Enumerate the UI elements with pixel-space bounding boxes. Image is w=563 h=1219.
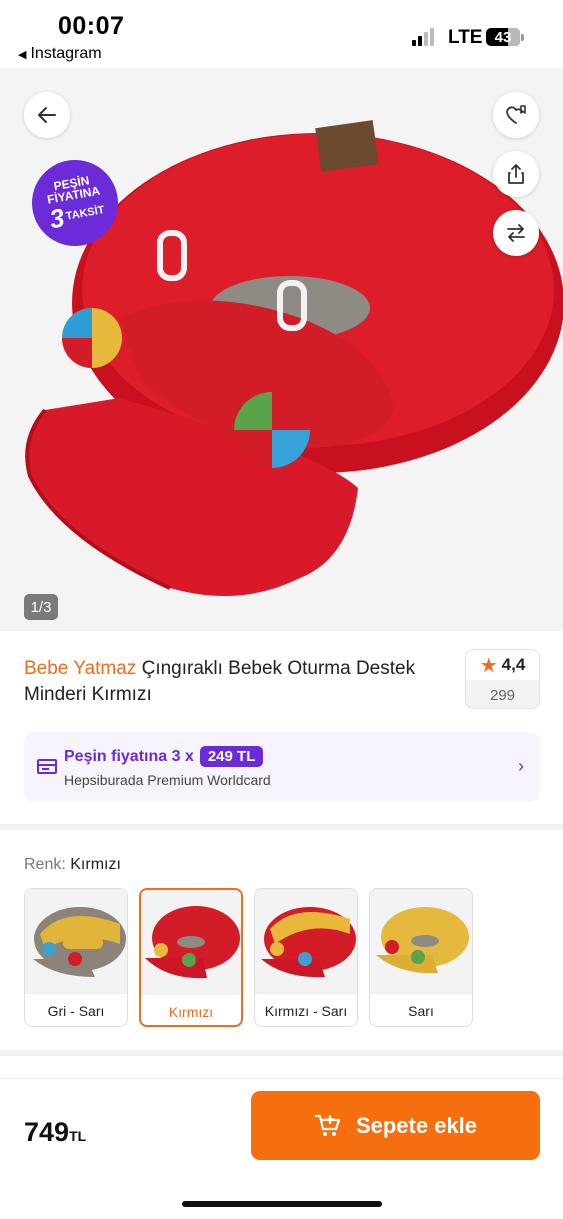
section-divider xyxy=(0,1050,563,1056)
rating-value: 4,4 xyxy=(501,655,526,674)
rating-box[interactable]: ★ 4,4 299 xyxy=(465,649,540,709)
status-bar: 00:07 ◀ Instagram LTE 43 xyxy=(0,0,563,68)
back-button[interactable] xyxy=(24,92,70,138)
product-title: Bebe Yatmaz Çıngıraklı Bebek Oturma Dest… xyxy=(24,656,444,708)
color-option-kirmizi-sari[interactable]: Kırmızı - Sarı xyxy=(254,888,358,1027)
color-option-sari[interactable]: Sarı xyxy=(369,888,473,1027)
price: 749TL xyxy=(24,1117,86,1148)
price-currency: TL xyxy=(69,1128,87,1144)
color-option-gri-sari[interactable]: Gri - Sarı xyxy=(24,888,128,1027)
compare-button[interactable] xyxy=(493,210,539,256)
price-value: 749 xyxy=(24,1117,70,1147)
add-to-list-button[interactable] xyxy=(493,92,539,138)
star-icon: ★ xyxy=(479,654,498,677)
product-image-gallery[interactable]: PEŞİN FİYATINA 3 TAKSİT 1/3 xyxy=(0,68,563,631)
bottom-purchase-bar: 749TL Sepete ekle xyxy=(0,1078,563,1219)
installment-card[interactable]: Peşin fiyatına 3 x 249 TL Hepsiburada Pr… xyxy=(24,732,540,802)
battery-icon: 43 xyxy=(486,28,520,46)
image-counter: 1/3 xyxy=(24,594,58,620)
chevron-right-icon: › xyxy=(518,756,524,776)
share-icon xyxy=(508,164,524,184)
color-option-kirmizi[interactable]: Kırmızı xyxy=(139,888,243,1027)
installment-amount: 249 TL xyxy=(199,746,264,767)
battery-level: 43 xyxy=(494,28,512,46)
color-label-key: Renk: xyxy=(24,856,66,873)
color-option-name: Gri - Sarı xyxy=(25,993,127,1026)
badge-word: TAKSİT xyxy=(64,203,106,223)
signal-icon xyxy=(412,28,434,46)
back-to-app-link[interactable]: ◀ Instagram xyxy=(18,45,102,63)
heart-list-icon xyxy=(506,105,526,124)
battery-tip xyxy=(521,34,524,41)
network-type: LTE xyxy=(448,27,483,48)
add-to-cart-button[interactable]: Sepete ekle xyxy=(251,1091,540,1160)
add-to-cart-label: Sepete ekle xyxy=(355,1112,478,1138)
credit-card-icon xyxy=(37,759,57,774)
color-selected-value: Kırmızı xyxy=(70,856,121,873)
variant-thumbnail xyxy=(376,907,469,974)
cart-plus-icon xyxy=(314,1114,341,1136)
back-arrow-icon xyxy=(38,107,56,123)
back-app-label: Instagram xyxy=(30,45,102,62)
home-indicator[interactable] xyxy=(182,1201,382,1207)
review-count: 299 xyxy=(466,680,539,708)
installment-card-name: Hepsiburada Premium Worldcard xyxy=(64,772,271,788)
section-divider xyxy=(0,824,563,830)
color-option-name: Sarı xyxy=(370,993,472,1026)
share-button[interactable] xyxy=(493,151,539,197)
installment-text: Peşin fiyatına 3 x xyxy=(64,747,194,765)
badge-number: 3 xyxy=(47,202,67,235)
color-label: Renk: Kırmızı xyxy=(24,856,121,874)
variant-thumbnail xyxy=(33,907,126,977)
compare-icon xyxy=(507,224,525,242)
color-option-name: Kırmızı xyxy=(141,994,241,1025)
color-option-name: Kırmızı - Sarı xyxy=(255,993,357,1026)
back-triangle-icon: ◀ xyxy=(18,48,27,61)
brand-link[interactable]: Bebe Yatmaz xyxy=(24,658,136,679)
status-time: 00:07 xyxy=(58,12,125,40)
variant-thumbnail xyxy=(145,906,240,979)
variant-thumbnail xyxy=(261,907,356,978)
product-image xyxy=(25,120,563,596)
